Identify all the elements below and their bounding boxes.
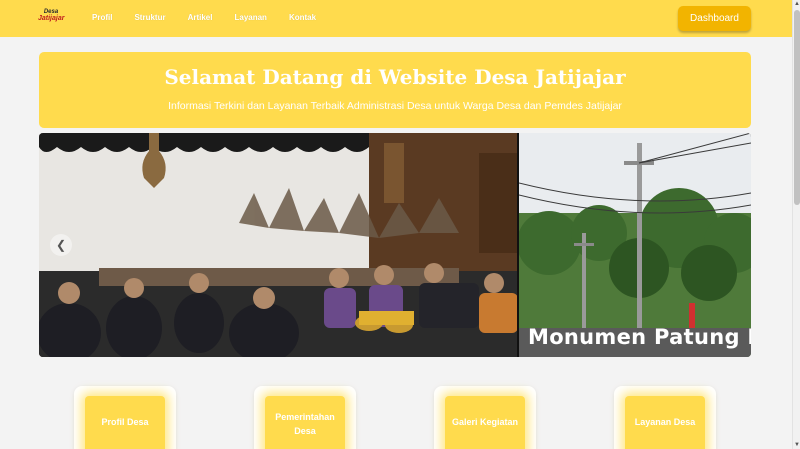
card-label: Profil Desa — [85, 396, 165, 449]
welcome-banner: Selamat Datang di Website Desa Jatijajar… — [39, 52, 751, 128]
card-galeri-kegiatan[interactable]: Galeri Kegiatan — [434, 386, 536, 449]
nav-link-profil[interactable]: Profil — [92, 13, 112, 22]
card-pemerintahan-desa[interactable]: Pemerintahan Desa — [254, 386, 356, 449]
scrollbar-thumb[interactable] — [794, 10, 800, 205]
scroll-down-arrow-icon[interactable]: ▼ — [794, 442, 800, 448]
image-carousel[interactable]: Monumen Patung Pun — [39, 133, 751, 357]
nav-link-struktur[interactable]: Struktur — [134, 13, 165, 22]
page-scrollbar[interactable]: ▲ ▼ — [792, 0, 800, 449]
carousel-slide-monument-photo — [519, 133, 751, 357]
card-profil-desa[interactable]: Profil Desa — [74, 386, 176, 449]
hero-title: Selamat Datang di Website Desa Jatijajar — [164, 65, 626, 89]
chevron-left-icon: ❮ — [55, 238, 67, 252]
main-nav: Profil Struktur Artikel Layanan Kontak — [92, 13, 338, 22]
logo-line2: Jatijajar — [38, 15, 65, 22]
nav-link-artikel[interactable]: Artikel — [188, 13, 213, 22]
site-logo[interactable]: Desa Jatijajar — [38, 9, 64, 29]
card-label: Layanan Desa — [625, 396, 705, 449]
nav-link-layanan[interactable]: Layanan — [234, 13, 266, 22]
card-label: Galeri Kegiatan — [445, 396, 525, 449]
dashboard-button[interactable]: Dashboard — [678, 6, 751, 31]
nav-link-kontak[interactable]: Kontak — [289, 13, 316, 22]
card-layanan-desa[interactable]: Layanan Desa — [614, 386, 716, 449]
carousel-slide-gamelan-photo — [39, 133, 518, 357]
card-label: Pemerintahan Desa — [265, 396, 345, 449]
carousel-caption: Monumen Patung Pun — [528, 325, 751, 349]
carousel-prev-button[interactable]: ❮ — [50, 234, 72, 256]
scroll-up-arrow-icon[interactable]: ▲ — [794, 1, 800, 7]
hero-subtitle: Informasi Terkini dan Layanan Terbaik Ad… — [168, 100, 622, 112]
navbar: Desa Jatijajar Profil Struktur Artikel L… — [0, 0, 792, 37]
